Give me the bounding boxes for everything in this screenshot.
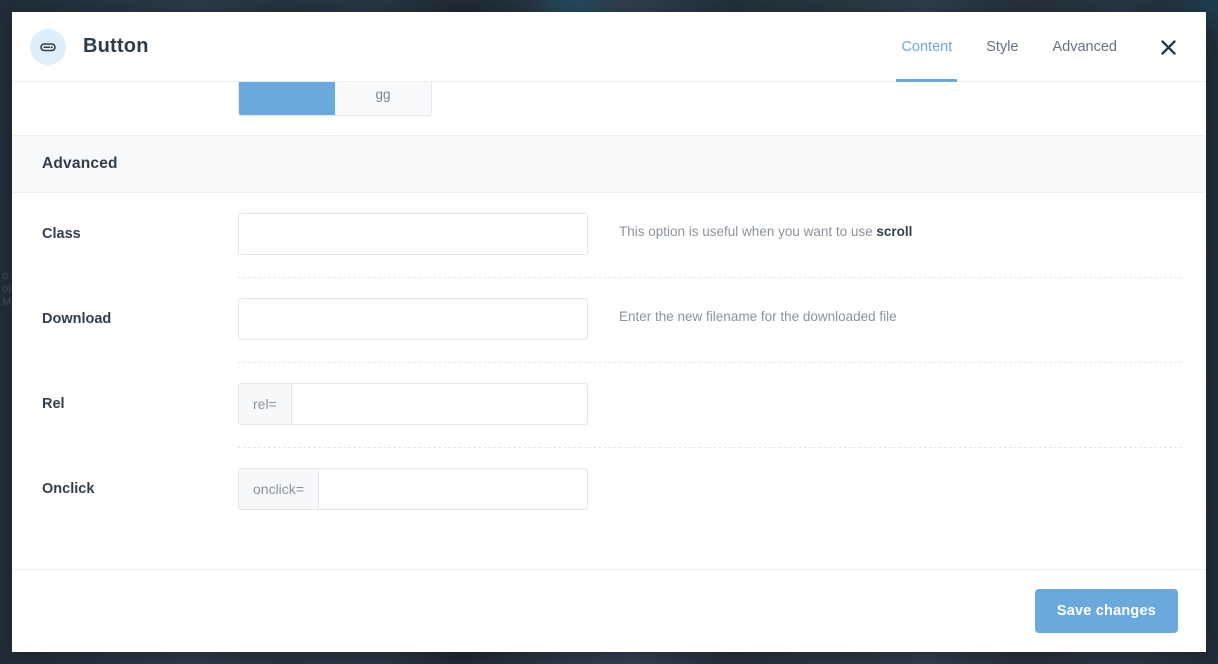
rel-input[interactable] <box>291 384 587 424</box>
field-label-download: Download <box>42 311 112 327</box>
field-label-rel: Rel <box>42 396 65 412</box>
segment-option-1[interactable] <box>239 82 335 115</box>
modal-tabs: Content Style Advanced <box>884 12 1134 82</box>
modal-header: Button Content Style Advanced <box>12 12 1206 82</box>
scrolled-off-toggle-row: gg <box>12 82 1206 135</box>
section-title: Advanced <box>42 155 118 172</box>
rel-prefix-addon: rel= <box>239 384 292 424</box>
save-changes-button[interactable]: Save changes <box>1034 589 1178 633</box>
field-control-download <box>238 278 588 340</box>
page-title: Button <box>83 35 149 57</box>
field-row-class: Class This option is useful when you wan… <box>12 193 1206 278</box>
field-help-download: Enter the new filename for the downloade… <box>588 278 1182 327</box>
close-icon[interactable] <box>1148 12 1188 82</box>
advanced-fields: Class This option is useful when you wan… <box>12 193 1206 533</box>
field-help-class: This option is useful when you want to u… <box>588 193 1182 242</box>
section-header-advanced: Advanced <box>12 135 1206 193</box>
field-row-rel: Rel rel= <box>12 363 1206 448</box>
onclick-input-group[interactable]: onclick= <box>238 468 588 510</box>
field-help-download-text: Enter the new filename for the downloade… <box>619 309 897 324</box>
download-input[interactable] <box>238 298 588 340</box>
backdrop-text-line-1: o <box>2 270 8 282</box>
button-widget-icon <box>30 28 66 65</box>
tab-advanced[interactable]: Advanced <box>1036 12 1135 82</box>
backdrop-text-line-2: o) <box>2 283 11 295</box>
onclick-input[interactable] <box>318 469 587 509</box>
tab-style[interactable]: Style <box>969 12 1035 82</box>
segmented-control[interactable]: gg <box>238 82 432 116</box>
field-label-class: Class <box>42 226 81 242</box>
modal-body: gg Advanced Class This option is useful … <box>12 82 1206 569</box>
field-control-rel: rel= <box>238 363 588 425</box>
class-input[interactable] <box>238 213 588 255</box>
field-help-rel <box>588 363 1182 393</box>
field-control-class <box>238 193 588 255</box>
rel-input-group[interactable]: rel= <box>238 383 588 425</box>
field-help-onclick <box>588 448 1182 478</box>
field-help-class-strong: scroll <box>876 224 913 239</box>
field-help-class-text: This option is useful when you want to u… <box>619 224 877 239</box>
backdrop-text-line-3: M <box>2 296 11 308</box>
modal-title-group: Button <box>30 28 149 65</box>
field-control-onclick: onclick= <box>238 448 588 510</box>
field-label-onclick: Onclick <box>42 481 95 497</box>
modal-footer: Save changes <box>12 569 1206 652</box>
field-row-download: Download Enter the new filename for the … <box>12 278 1206 363</box>
segment-option-2[interactable]: gg <box>335 82 431 115</box>
onclick-prefix-addon: onclick= <box>239 469 319 509</box>
field-row-onclick: Onclick onclick= <box>12 448 1206 533</box>
button-settings-modal: Button Content Style Advanced gg Advance… <box>12 12 1206 652</box>
tab-content[interactable]: Content <box>884 12 969 82</box>
